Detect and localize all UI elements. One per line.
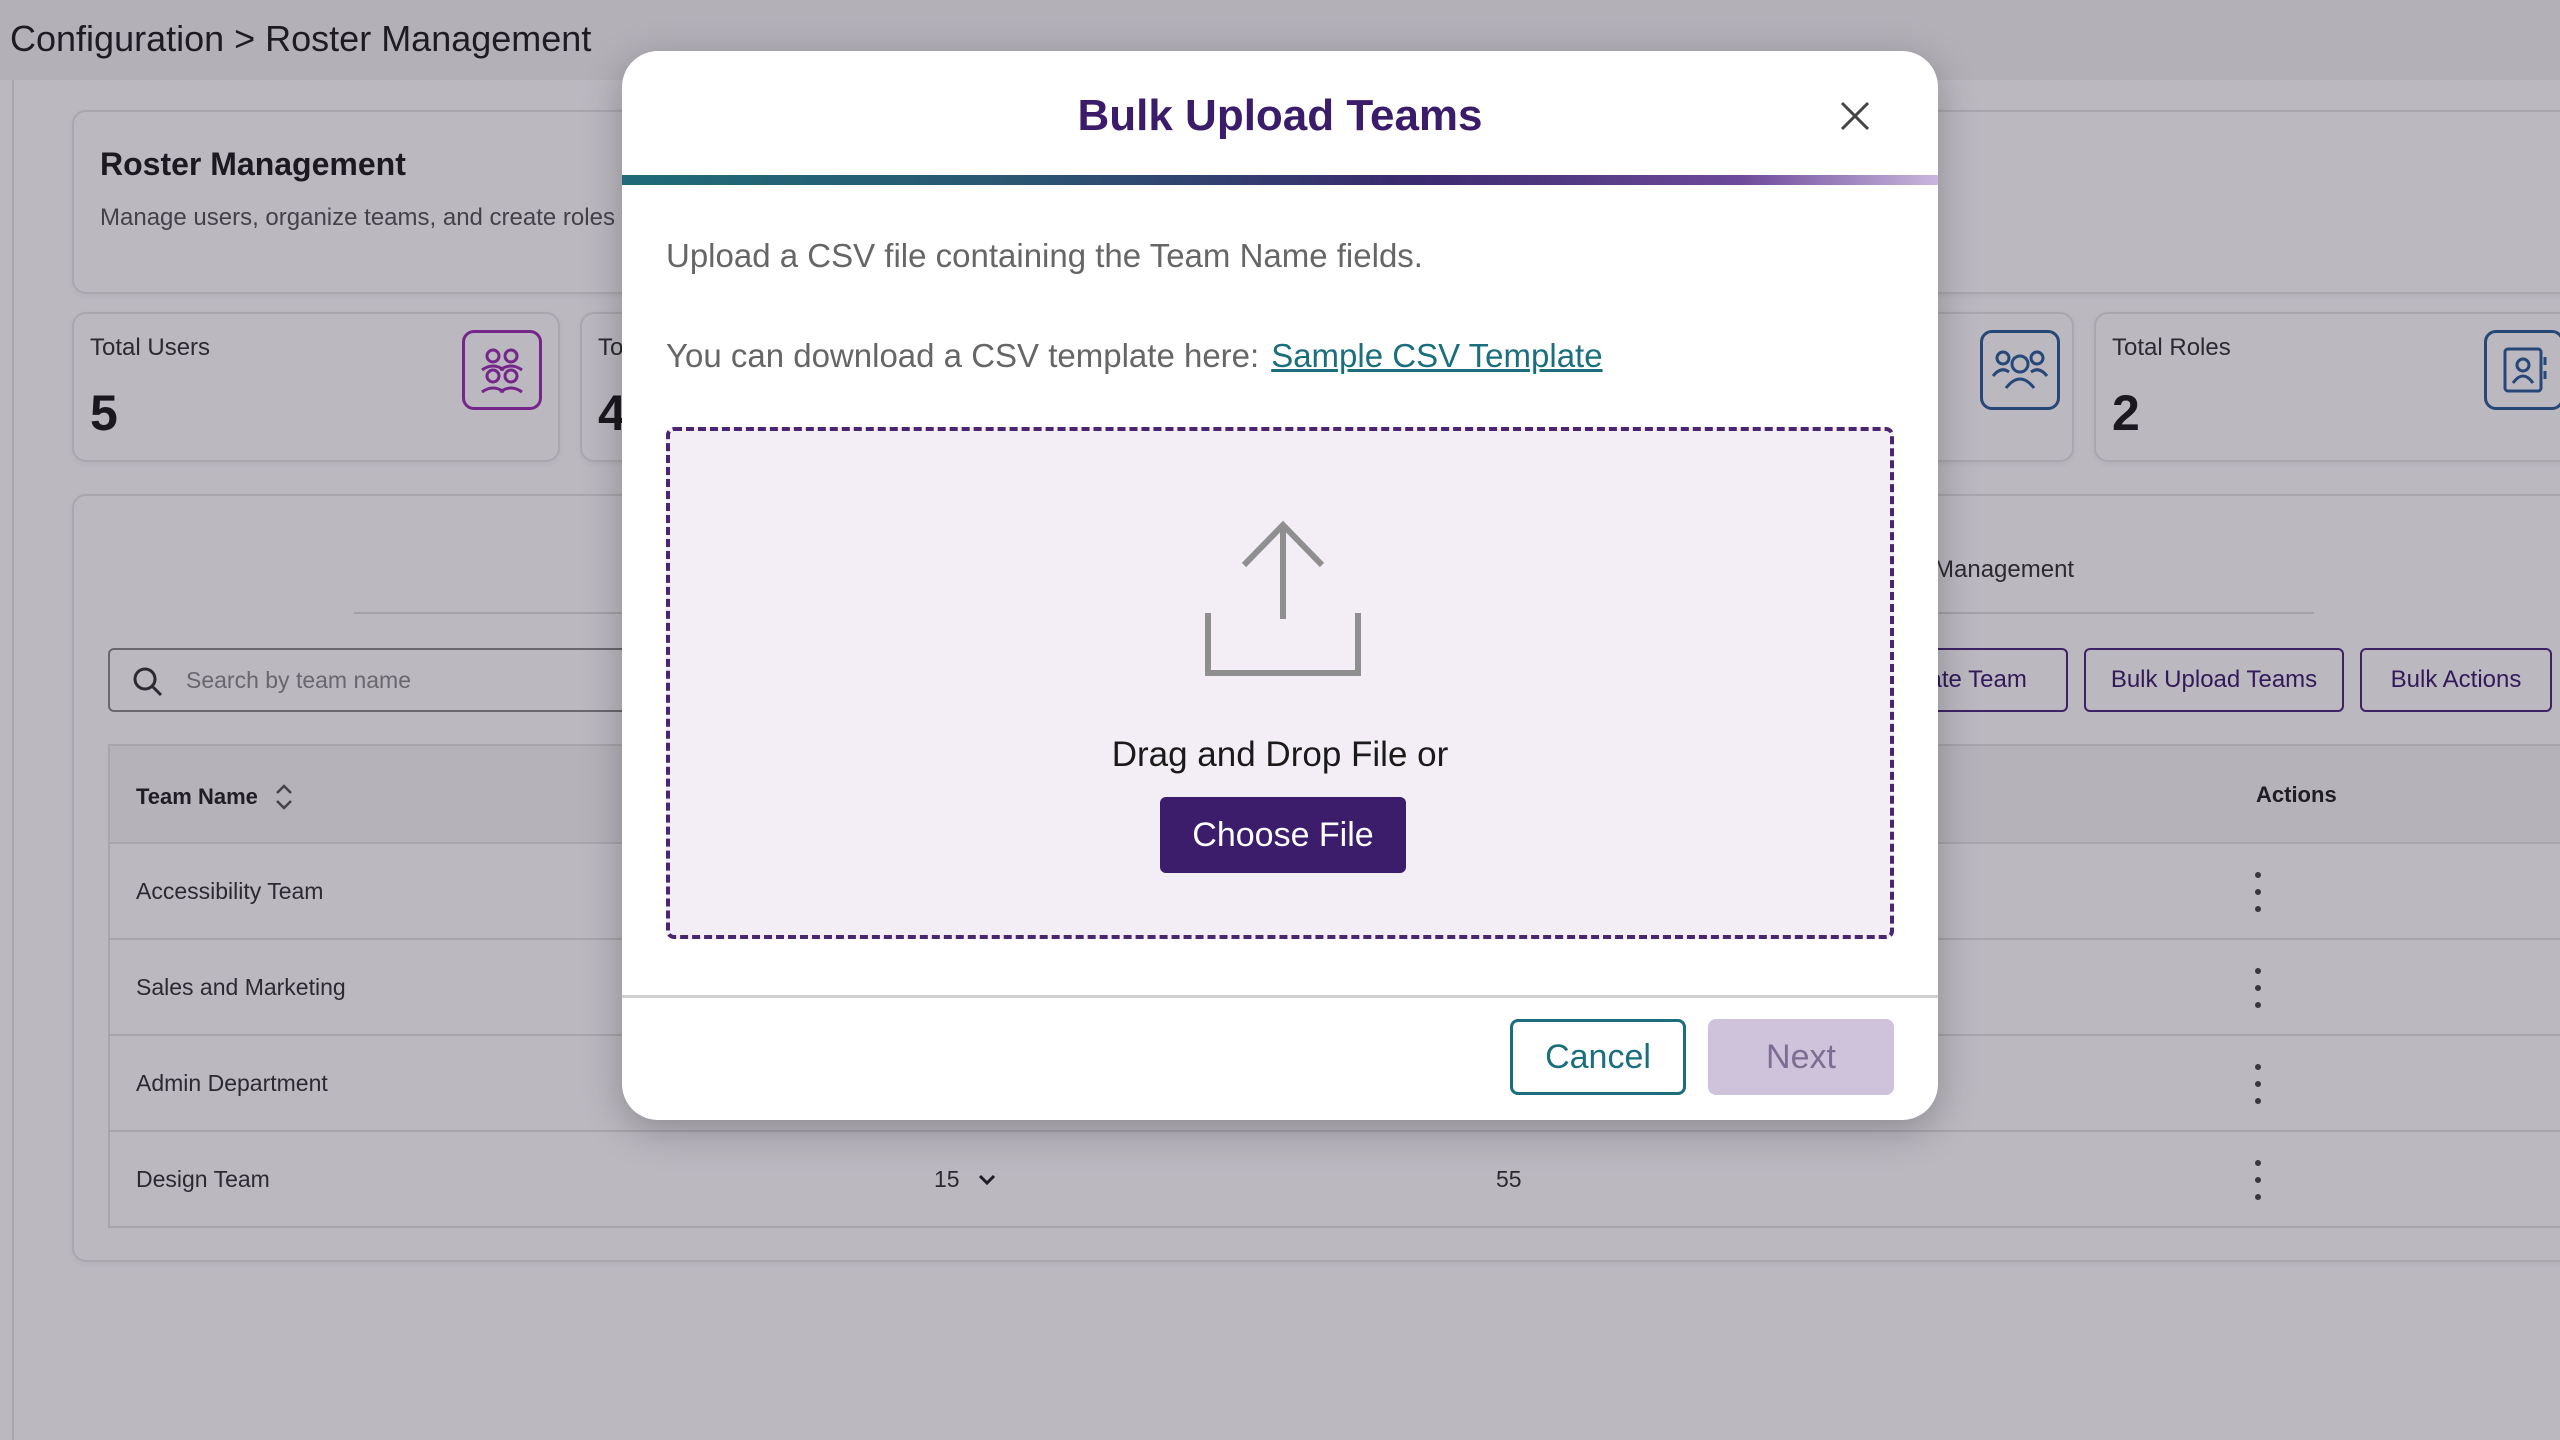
close-icon[interactable] [1830, 91, 1880, 141]
bulk-upload-modal: Bulk Upload Teams Upload a CSV file cont… [622, 51, 1938, 1120]
upload-icon [1205, 520, 1361, 676]
cancel-button[interactable]: Cancel [1510, 1019, 1686, 1095]
modal-footer-divider [622, 995, 1938, 998]
upload-instruction: Upload a CSV file containing the Team Na… [666, 237, 1423, 274]
template-prefix: You can download a CSV template here: [666, 337, 1260, 374]
template-text: You can download a CSV template here: Sa… [666, 337, 1603, 375]
sample-csv-template-link[interactable]: Sample CSV Template [1271, 337, 1602, 375]
modal-title: Bulk Upload Teams [1077, 91, 1483, 140]
choose-file-button[interactable]: Choose File [1160, 797, 1406, 873]
drop-instructions: Drag and Drop File or [1111, 735, 1449, 774]
file-dropzone[interactable]: Drag and Drop File or Choose File [666, 427, 1894, 939]
modal-accent-bar [622, 175, 1938, 185]
next-button[interactable]: Next [1708, 1019, 1894, 1095]
